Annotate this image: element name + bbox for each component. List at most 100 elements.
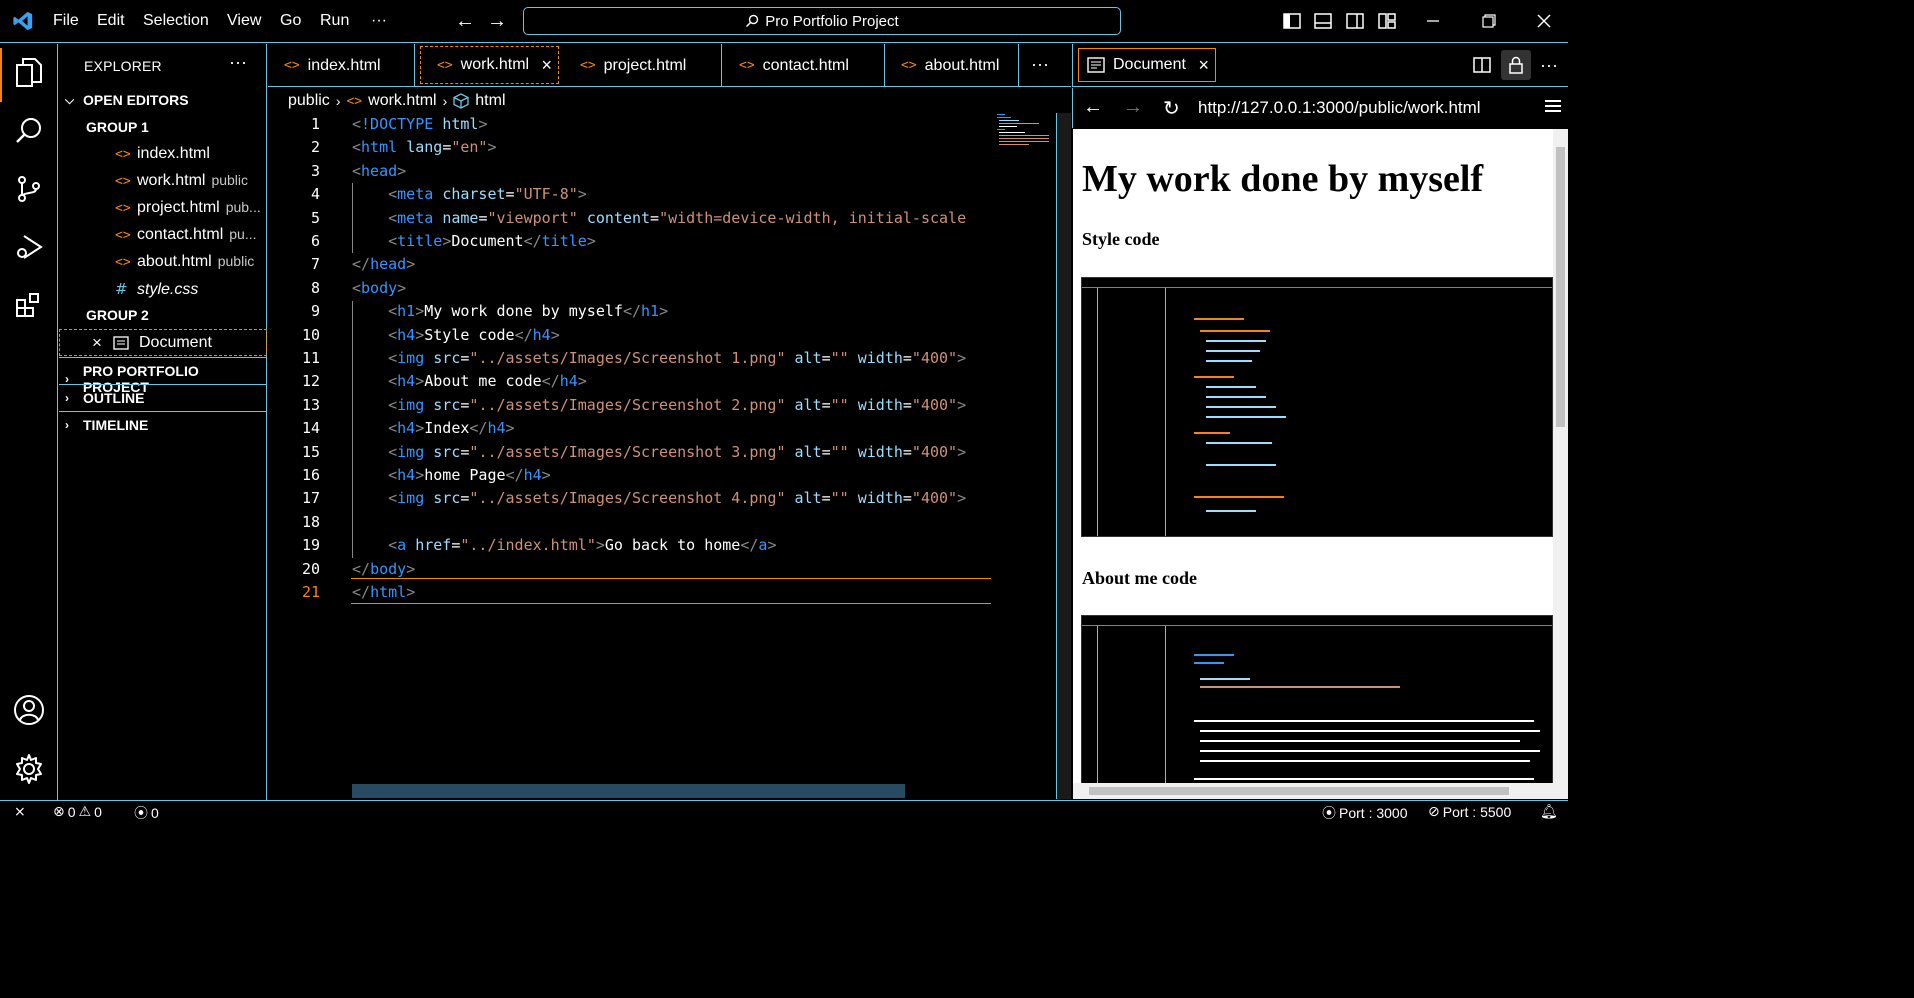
screenshot-activitybar	[1082, 288, 1098, 536]
editor-vertical-scrollbar[interactable]	[1057, 113, 1071, 799]
code-line[interactable]: <meta name="viewport" content="width=dev…	[352, 209, 990, 227]
code-line[interactable]: <h4>Index</h4>	[352, 419, 990, 437]
restore-icon[interactable]	[1478, 10, 1500, 32]
explorer-sidebar: EXPLORER ··· ⌵ OPEN EDITORS GROUP 1 <> i…	[59, 44, 267, 800]
editor-tabs: <> index.html <> work.html × <> project.…	[268, 44, 1071, 87]
run-debug-icon[interactable]	[12, 230, 46, 264]
outline-section[interactable]: › OUTLINE	[65, 390, 144, 406]
close-icon[interactable]	[1533, 10, 1555, 32]
live-server-port[interactable]: ⦿ Port : 3000	[1322, 803, 1408, 823]
code-line[interactable]: <h4>About me code</h4>	[352, 372, 990, 390]
menu-view[interactable]: View	[227, 12, 261, 30]
line-number: 5	[310, 208, 320, 227]
tab-about[interactable]: <> about.html	[885, 44, 1019, 87]
code-line[interactable]: <body>	[352, 279, 990, 297]
more-actions-icon[interactable]: ···	[1538, 54, 1560, 76]
code-editor[interactable]: 1 2 3 4 5 6 7 8 9 10 11 12 13 14 15 16 17 18 19 20 21 <!DOCT…	[268, 113, 1058, 799]
divider	[59, 411, 267, 412]
menu-edit[interactable]: Edit	[97, 12, 125, 30]
url-bar[interactable]: http://127.0.0.1:3000/public/work.html	[1198, 98, 1481, 118]
menu-go[interactable]: Go	[280, 12, 301, 30]
toggle-secondary-sidebar-icon[interactable]	[1344, 10, 1366, 32]
menu-selection[interactable]: Selection	[143, 12, 209, 30]
line-number: 18	[301, 512, 320, 531]
open-editor-project[interactable]: <> project.html pub...	[115, 199, 265, 217]
customize-layout-icon[interactable]	[1376, 10, 1398, 32]
search-icon[interactable]	[12, 114, 46, 148]
back-arrow-icon[interactable]: ←	[1083, 96, 1103, 119]
manage-gear-icon[interactable]	[12, 752, 46, 786]
preview-horizontal-scrollbar[interactable]	[1073, 783, 1568, 799]
breadcrumb-folder[interactable]: public	[288, 92, 330, 110]
code-line[interactable]: <img src="../assets/Images/Screenshot 2.…	[352, 396, 990, 414]
ports-indicator[interactable]: ⦿ 0	[134, 803, 159, 823]
preview-vertical-scrollbar[interactable]	[1553, 129, 1568, 783]
open-editor-about[interactable]: <> about.html public	[115, 253, 265, 271]
open-editor-index[interactable]: <> index.html	[115, 145, 265, 163]
open-editor-style[interactable]: # style.css	[115, 280, 265, 299]
minimap[interactable]	[997, 113, 1051, 147]
open-editor-work[interactable]: <> work.html public	[115, 172, 265, 190]
tab-label: contact.html	[762, 56, 849, 74]
notifications-bell-icon[interactable]: 🔔︎	[1540, 803, 1558, 820]
code-line[interactable]: <img src="../assets/Images/Screenshot 4.…	[352, 489, 990, 507]
open-editors-section[interactable]: ⌵ OPEN EDITORS	[65, 92, 189, 108]
tab-project[interactable]: <> project.html	[564, 44, 722, 87]
forward-arrow-icon[interactable]: →	[487, 10, 507, 33]
tab-contact[interactable]: <> contact.html	[723, 44, 885, 87]
live-preview-port[interactable]: ⊘ Port : 5500	[1428, 803, 1511, 820]
toggle-primary-sidebar-icon[interactable]	[1281, 10, 1303, 32]
remote-indicator-icon[interactable]: ⨯	[14, 803, 26, 820]
problems-indicator[interactable]: ⊗ 0 ⚠ 0	[53, 803, 102, 820]
open-editor-document[interactable]: × Document	[59, 329, 267, 356]
menu-file[interactable]: File	[53, 12, 79, 30]
code-line[interactable]: <html lang="en">	[352, 138, 990, 156]
preview-nav-bar: ← → ↻ http://127.0.0.1:3000/public/work.…	[1072, 88, 1568, 128]
code-line[interactable]: <h1>My work done by myself</h1>	[352, 302, 990, 320]
accounts-icon[interactable]	[12, 693, 46, 727]
close-icon[interactable]: ×	[1198, 55, 1209, 76]
minimize-icon[interactable]	[1422, 10, 1444, 32]
back-arrow-icon[interactable]: ←	[455, 10, 475, 33]
code-line[interactable]: <title>Document</title>	[352, 232, 990, 250]
code-line[interactable]: </head>	[352, 255, 990, 273]
port-label: Port : 5500	[1442, 803, 1512, 820]
command-center-search[interactable]: Pro Portfolio Project	[523, 7, 1121, 35]
breadcrumb-symbol[interactable]: html	[475, 92, 505, 110]
open-editor-contact[interactable]: <> contact.html pu...	[115, 226, 265, 244]
code-line[interactable]: </body>	[352, 560, 990, 578]
code-line[interactable]: <h4>Style code</h4>	[352, 326, 990, 344]
close-editor-icon[interactable]: ×	[92, 333, 102, 353]
split-editor-icon[interactable]	[1471, 54, 1493, 76]
code-line[interactable]: <img src="../assets/Images/Screenshot 3.…	[352, 443, 990, 461]
explorer-more-button[interactable]: ···	[229, 52, 247, 73]
explorer-icon[interactable]	[12, 56, 46, 90]
tab-document[interactable]: Document ×	[1078, 48, 1216, 82]
code-line[interactable]: <h4>home Page</h4>	[352, 466, 990, 484]
source-control-icon[interactable]	[12, 172, 46, 206]
lock-icon[interactable]	[1501, 50, 1531, 80]
menu-run[interactable]: Run	[320, 12, 349, 30]
symbol-element-icon	[453, 93, 469, 109]
code-line[interactable]: <meta charset="UTF-8">	[352, 185, 990, 203]
tabs-more-button[interactable]: ···	[1031, 54, 1049, 75]
line-number: 13	[301, 395, 320, 414]
toggle-panel-icon[interactable]	[1312, 10, 1334, 32]
code-line[interactable]: <head>	[352, 162, 990, 180]
tab-index[interactable]: <> index.html	[268, 44, 415, 87]
html-file-icon: <>	[901, 58, 917, 73]
menu-icon[interactable]	[1545, 100, 1561, 115]
breadcrumb-file[interactable]: work.html	[368, 92, 436, 110]
timeline-section[interactable]: › TIMELINE	[65, 417, 148, 433]
menu-more[interactable]: ···	[371, 12, 387, 30]
forward-arrow-icon[interactable]: →	[1123, 96, 1143, 119]
tab-work[interactable]: <> work.html ×	[420, 46, 559, 84]
reload-icon[interactable]: ↻	[1163, 96, 1180, 121]
code-line[interactable]: <img src="../assets/Images/Screenshot 1.…	[352, 349, 990, 367]
code-line[interactable]: <a href="../index.html">Go back to home<…	[352, 536, 990, 554]
extensions-icon[interactable]	[12, 288, 46, 322]
horizontal-scrollbar[interactable]	[352, 784, 905, 798]
code-line[interactable]: <!DOCTYPE html>	[352, 115, 990, 133]
vscode-logo-icon	[13, 11, 33, 31]
close-icon[interactable]: ×	[541, 55, 552, 76]
